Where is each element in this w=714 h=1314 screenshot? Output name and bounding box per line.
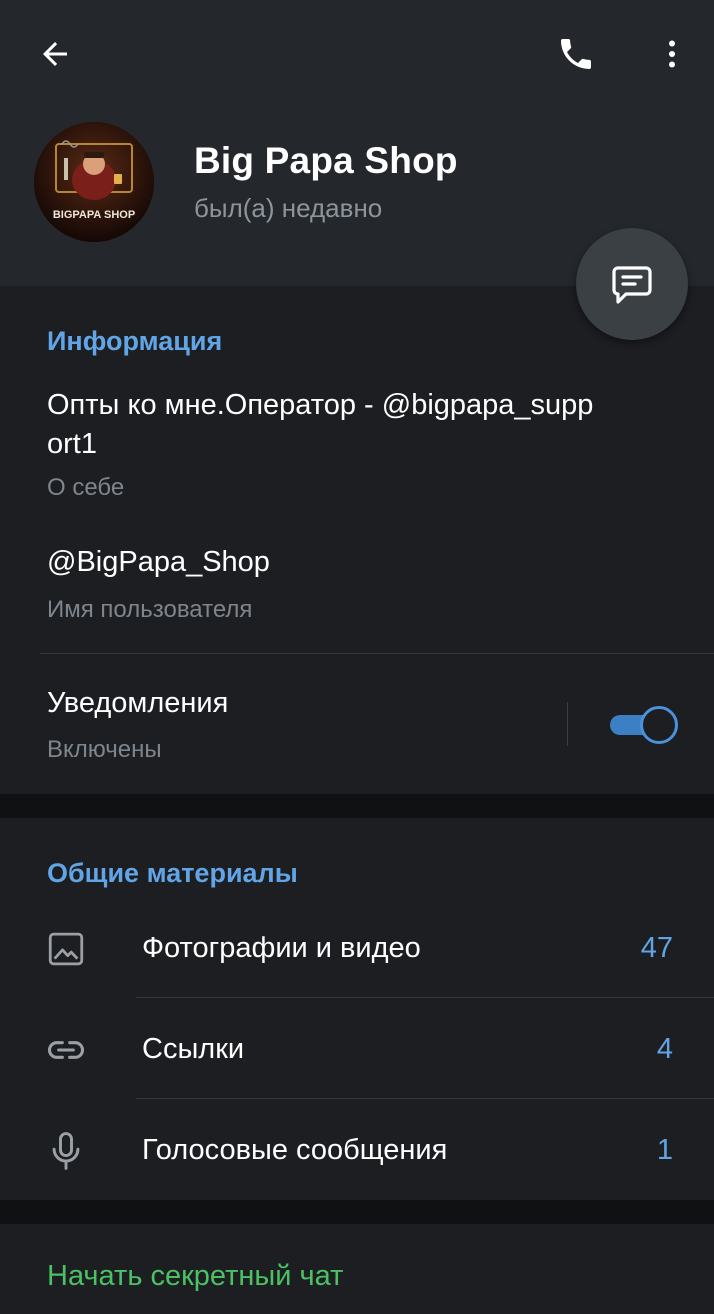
message-button[interactable] bbox=[576, 228, 688, 340]
info-section-title: Информация bbox=[47, 326, 223, 356]
media-row-label: Голосовые сообщения bbox=[142, 1134, 448, 1166]
notifications-status: Включены bbox=[47, 736, 162, 763]
media-row-count: 1 bbox=[656, 1134, 673, 1166]
media-row-photos[interactable]: Фотографии и видео 47 bbox=[0, 898, 714, 998]
media-row-label: Фотографии и видео bbox=[142, 932, 421, 964]
bio-text[interactable]: Опты ко мне.Оператор - @bigpapa_support1 bbox=[47, 386, 607, 464]
microphone-icon bbox=[44, 1129, 88, 1173]
start-secret-chat-button[interactable]: Начать секретный чат bbox=[47, 1260, 343, 1293]
link-icon bbox=[44, 1028, 88, 1072]
media-row-links[interactable]: Ссылки 4 bbox=[0, 999, 714, 1099]
more-vertical-icon bbox=[669, 40, 675, 68]
username-text[interactable]: @BigPapa_Shop bbox=[47, 546, 270, 579]
media-row-label: Ссылки bbox=[142, 1033, 245, 1065]
shared-media-title: Общие материалы bbox=[47, 858, 298, 888]
info-section: Информация Опты ко мне.Оператор - @bigpa… bbox=[0, 286, 714, 794]
bio-label: О себе bbox=[47, 474, 125, 501]
notifications-toggle[interactable] bbox=[610, 706, 678, 744]
profile-status: был(а) недавно bbox=[194, 193, 383, 223]
arrow-left-icon bbox=[43, 42, 67, 66]
media-row-count: 4 bbox=[656, 1033, 673, 1065]
vertical-separator bbox=[567, 702, 568, 746]
username-label: Имя пользователя bbox=[47, 596, 253, 623]
media-row-count: 47 bbox=[640, 932, 673, 964]
notifications-title: Уведомления bbox=[47, 687, 229, 719]
media-row-voice[interactable]: Голосовые сообщения 1 bbox=[0, 1100, 714, 1200]
avatar[interactable]: BIGPAPA SHOP bbox=[34, 122, 154, 242]
back-button[interactable] bbox=[23, 22, 87, 86]
phone-icon bbox=[561, 39, 591, 69]
divider bbox=[136, 1098, 714, 1099]
image-icon bbox=[44, 927, 88, 971]
profile-name: Big Papa Shop bbox=[194, 140, 458, 181]
shared-media-section: Общие материалы Фотографии и видео 47 Сс… bbox=[0, 818, 714, 1200]
more-button[interactable] bbox=[640, 22, 704, 86]
toggle-thumb bbox=[640, 706, 678, 744]
avatar-image: BIGPAPA SHOP bbox=[34, 122, 154, 242]
call-button[interactable] bbox=[544, 22, 608, 86]
secret-chat-section: Начать секретный чат bbox=[0, 1224, 714, 1314]
divider bbox=[136, 997, 714, 998]
notifications-row[interactable]: Уведомления Включены bbox=[0, 654, 714, 794]
message-icon bbox=[612, 266, 652, 304]
avatar-logo-text: BIGPAPA SHOP bbox=[53, 209, 135, 221]
